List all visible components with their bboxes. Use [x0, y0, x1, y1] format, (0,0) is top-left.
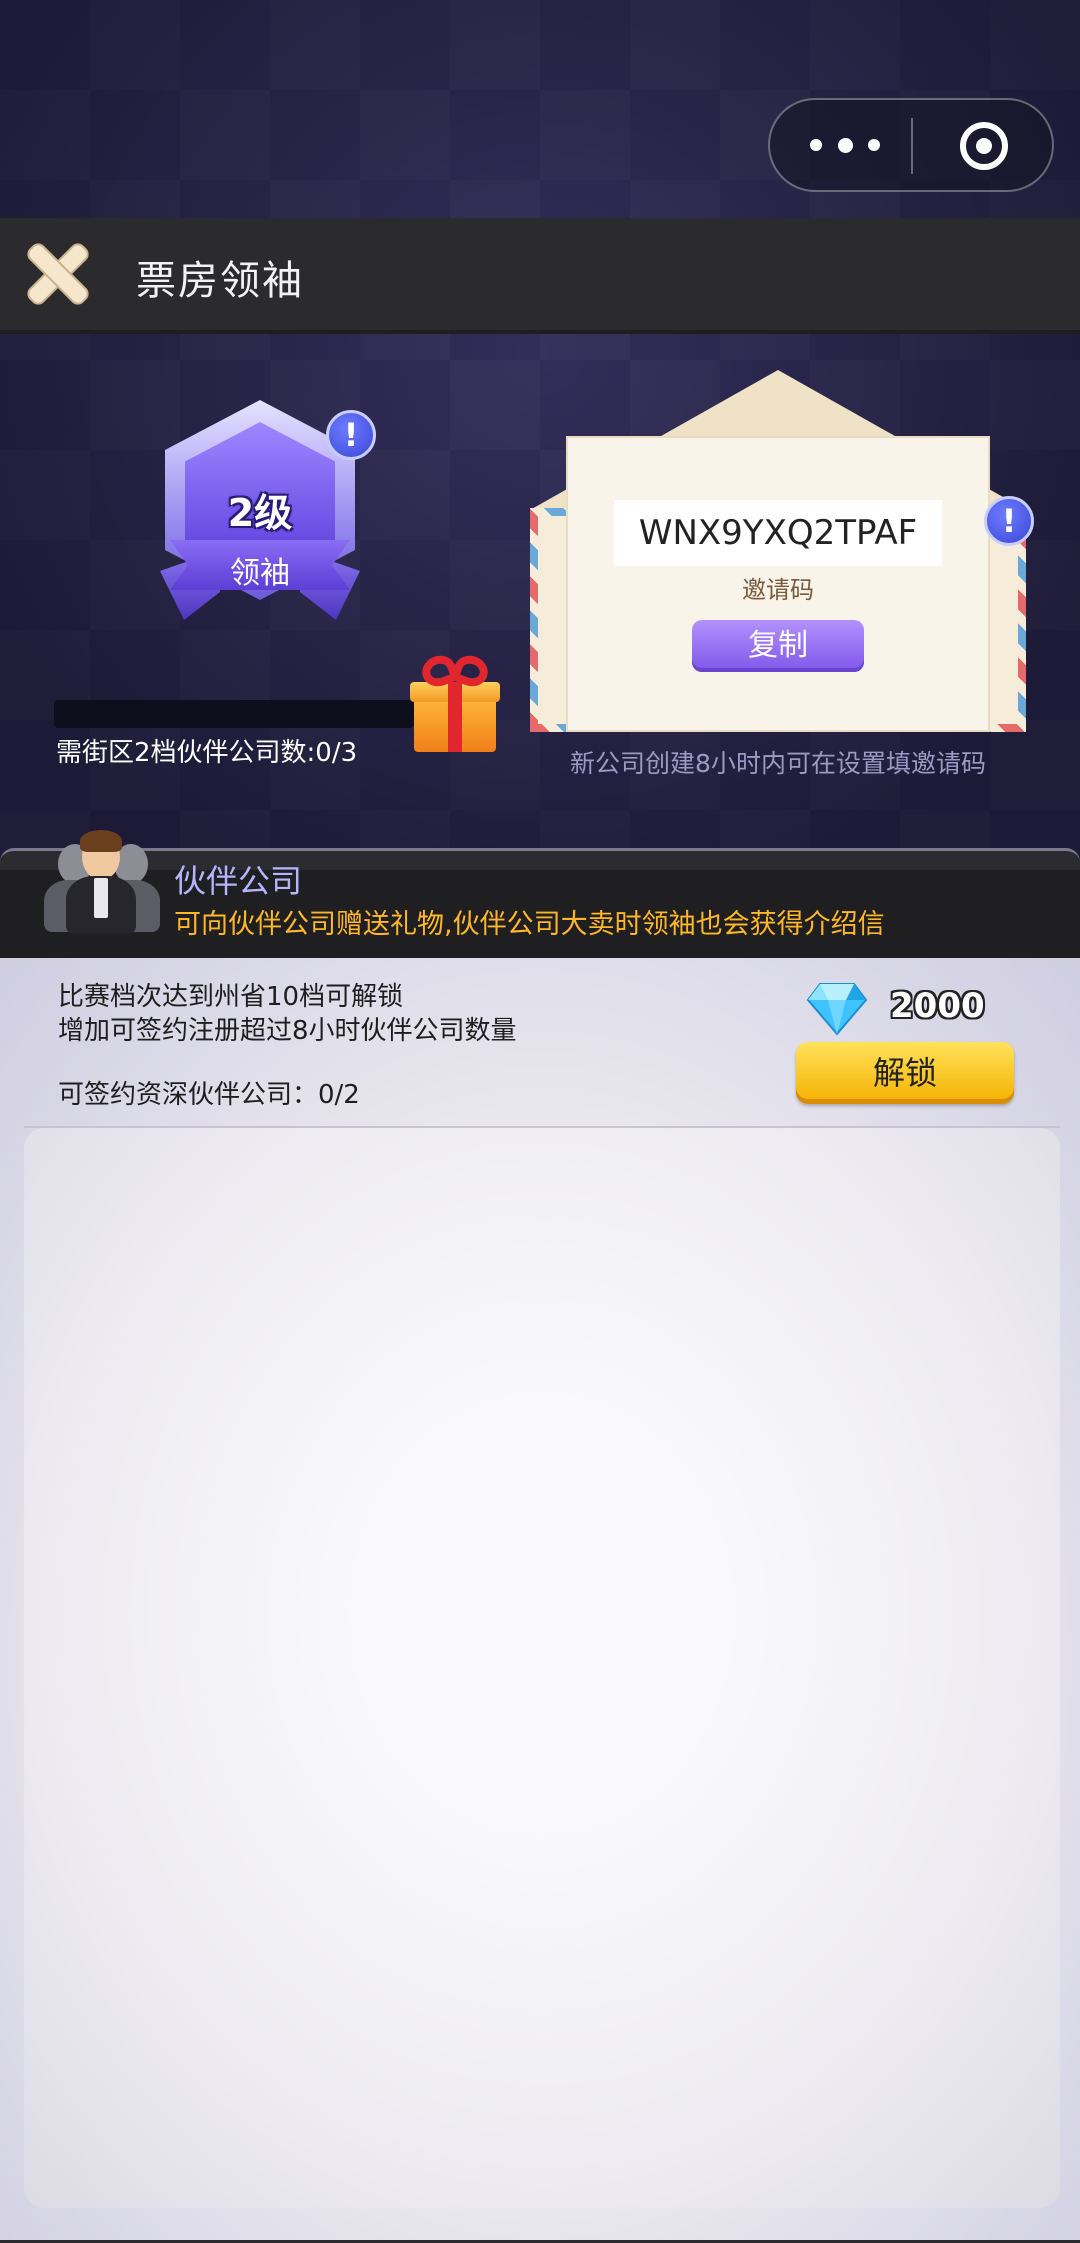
close-icon[interactable] [22, 240, 90, 308]
invite-code-label: 邀请码 [742, 576, 814, 604]
partner-list-area [24, 1128, 1060, 2208]
invite-envelope: WNX9YXQ2TPAF 邀请码 复制 [530, 370, 1026, 732]
badge-rank: 领袖 [230, 556, 290, 591]
close-miniprogram-icon[interactable] [960, 122, 1008, 170]
miniprogram-capsule [768, 98, 1054, 192]
invite-info-icon[interactable]: ! [984, 496, 1034, 546]
partner-section-title: 伙伴公司 [174, 862, 303, 900]
requirement-text: 需街区2档伙伴公司数:0/3 [56, 738, 358, 768]
senior-partner-count: 可签约资深伙伴公司：0/2 [58, 1080, 360, 1110]
unlock-condition-text: 比赛档次达到州省10档可解锁 [58, 982, 404, 1012]
unlock-price: 2000 [890, 986, 985, 1026]
leader-progress-bar [54, 700, 414, 728]
unlock-benefit-text: 增加可签约注册超过8小时伙伴公司数量 [58, 1016, 517, 1046]
capsule-divider [911, 118, 913, 174]
badge-level: 2级 [227, 491, 293, 535]
invite-code: WNX9YXQ2TPAF [614, 500, 942, 566]
badge-info-icon[interactable]: ! [326, 410, 376, 460]
header-bar: 票房领袖 [0, 218, 1080, 334]
copy-button[interactable]: 复制 [692, 620, 864, 672]
invite-note: 新公司创建8小时内可在设置填邀请码 [570, 749, 986, 778]
partner-section-description: 可向伙伴公司赠送礼物,伙伴公司大卖时领袖也会获得介绍信 [174, 909, 885, 940]
partners-avatar-icon [44, 830, 160, 934]
gift-box-icon[interactable] [410, 651, 500, 756]
diamond-icon [806, 983, 868, 1036]
unlock-button[interactable]: 解锁 [796, 1042, 1014, 1104]
page-title: 票房领袖 [136, 258, 304, 304]
more-menu-icon[interactable] [810, 130, 880, 160]
